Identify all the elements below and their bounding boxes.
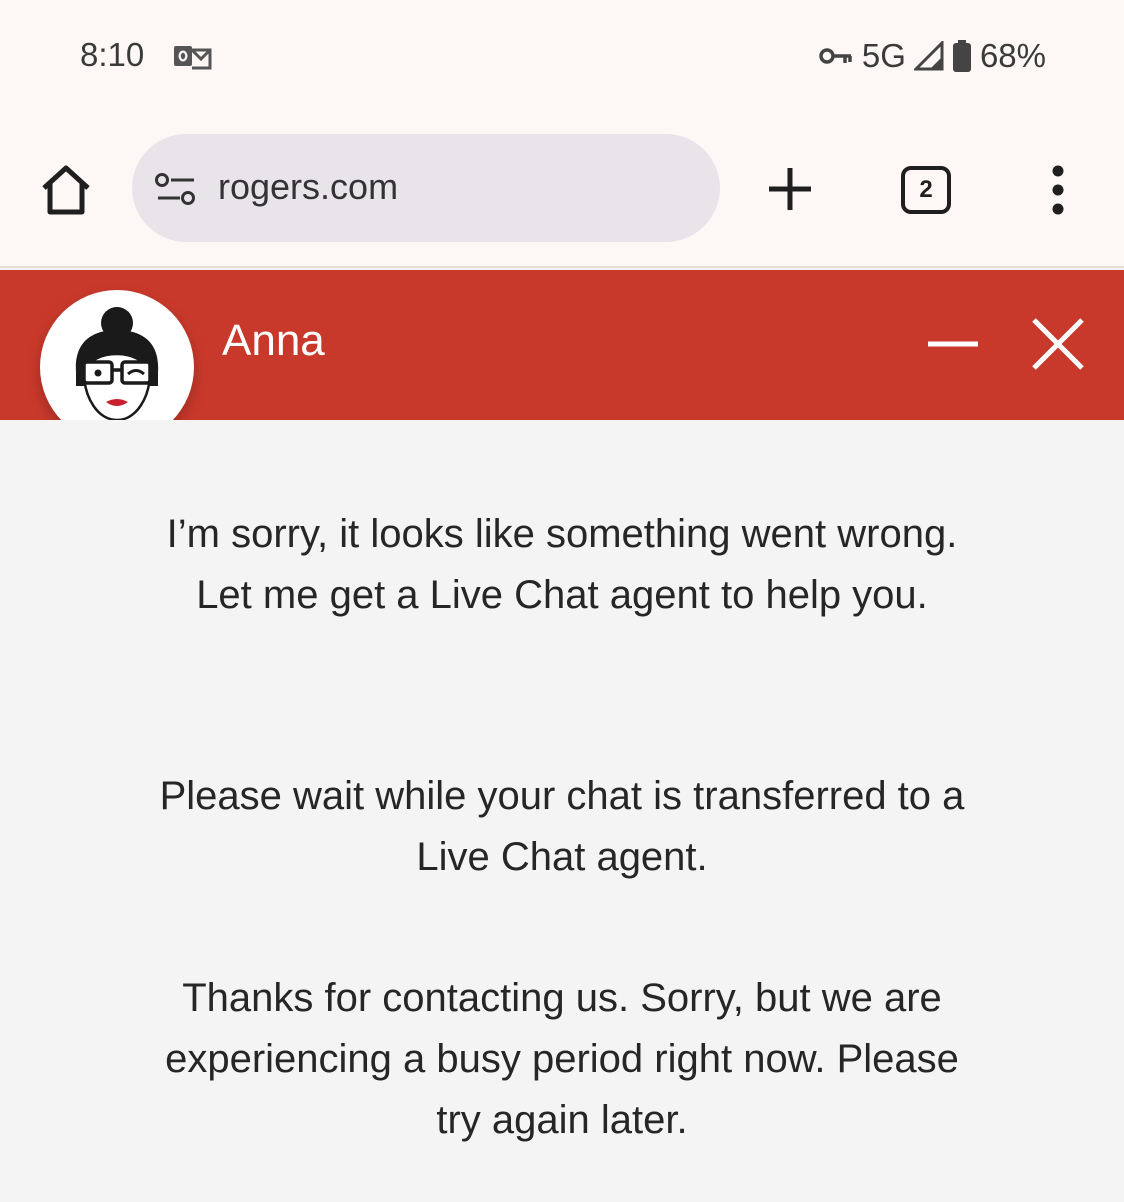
battery-percent: 68% [979,37,1046,74]
site-settings-icon[interactable] [154,172,198,206]
plus-icon[interactable] [765,164,815,214]
minimize-icon[interactable] [926,322,980,366]
outlook-mail-icon [174,46,212,70]
home-icon[interactable] [36,160,96,220]
battery-icon [952,40,971,72]
vpn-key-icon [819,48,852,64]
agent-name: Anna [222,316,325,365]
chat-message: I’m sorry, it looks like something went … [166,512,958,617]
chat-message: Thanks for contacting us. Sorry, but we … [165,976,959,1142]
status-bar: 8:10 5G 68% [0,0,1124,110]
url-text[interactable]: rogers.com [218,166,398,208]
network-type: 5G [861,37,906,74]
status-icons: 5G 68% [818,36,1046,76]
address-bar[interactable]: rogers.com [132,134,720,242]
browser-toolbar: rogers.com 2 [0,110,1124,266]
chat-window: Anna I’m sorry, it looks like something … [0,266,1124,1202]
tabs-icon[interactable]: 2 [901,166,951,214]
status-time: 8:10 [80,36,145,73]
more-vertical-icon[interactable] [1036,164,1080,216]
close-icon[interactable] [1030,316,1086,372]
signal-icon [913,41,944,71]
chat-message: Please wait while your chat is transferr… [159,774,965,879]
chat-body: I’m sorry, it looks like something went … [0,420,1124,1202]
